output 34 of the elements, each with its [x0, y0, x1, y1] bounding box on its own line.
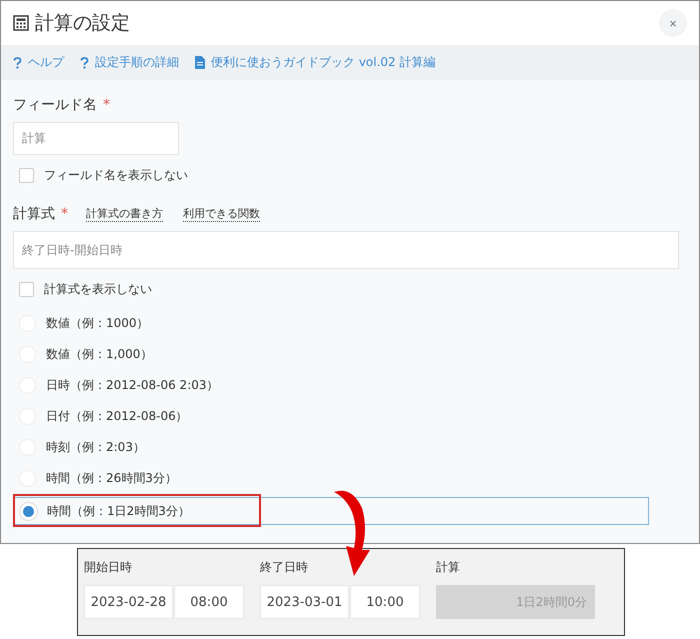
date-field[interactable]: 2023-02-28	[84, 585, 173, 619]
radio-label: 時間（例：1日2時間3分）	[47, 502, 190, 520]
checkbox[interactable]	[19, 282, 34, 296]
radio-label: 日付（例：2012-08-06）	[46, 408, 188, 425]
radio-label: 時刻（例：2:03）	[46, 439, 145, 456]
field-label: フィールド名	[13, 96, 97, 114]
selected-option-row[interactable]: 時間（例：1日2時間3分）	[13, 497, 649, 525]
field-name-input[interactable]: 計算	[13, 122, 179, 155]
checkbox-label: 計算式を表示しない	[44, 280, 152, 298]
field-label: 開始日時	[84, 559, 133, 576]
dialog-title: 計算の設定	[35, 11, 130, 36]
checkbox[interactable]	[19, 168, 34, 182]
question-icon	[13, 56, 22, 68]
time-field[interactable]: 08:00	[174, 585, 244, 619]
radio-label: 数値（例：1000）	[46, 315, 149, 332]
close-button[interactable]: ×	[659, 9, 687, 37]
date-field[interactable]: 2023-03-01	[260, 585, 349, 619]
required-mark: *	[61, 206, 68, 222]
checkbox-label: フィールド名を表示しない	[44, 166, 188, 184]
result-field: 1日2時間0分	[436, 585, 595, 619]
radio-label: 日時（例：2012-08-06 2:03）	[46, 377, 218, 394]
time-field[interactable]: 10:00	[350, 585, 420, 619]
radio-label: 時間（例：26時間3分）	[46, 470, 177, 487]
help-link[interactable]: 利用できる関数	[183, 206, 260, 222]
question-icon	[80, 56, 89, 68]
field-label: 計算	[436, 559, 461, 576]
field-label: 終了日時	[260, 559, 309, 576]
document-icon	[195, 56, 205, 69]
help-link[interactable]: 計算式の書き方	[86, 206, 163, 222]
required-mark: *	[103, 97, 110, 113]
formula-label: 計算式	[13, 205, 55, 223]
radio-label: 数値（例：1,000）	[46, 346, 152, 363]
calculator-icon	[13, 15, 29, 31]
formula-input[interactable]: 終了日時-開始日時	[13, 231, 679, 269]
